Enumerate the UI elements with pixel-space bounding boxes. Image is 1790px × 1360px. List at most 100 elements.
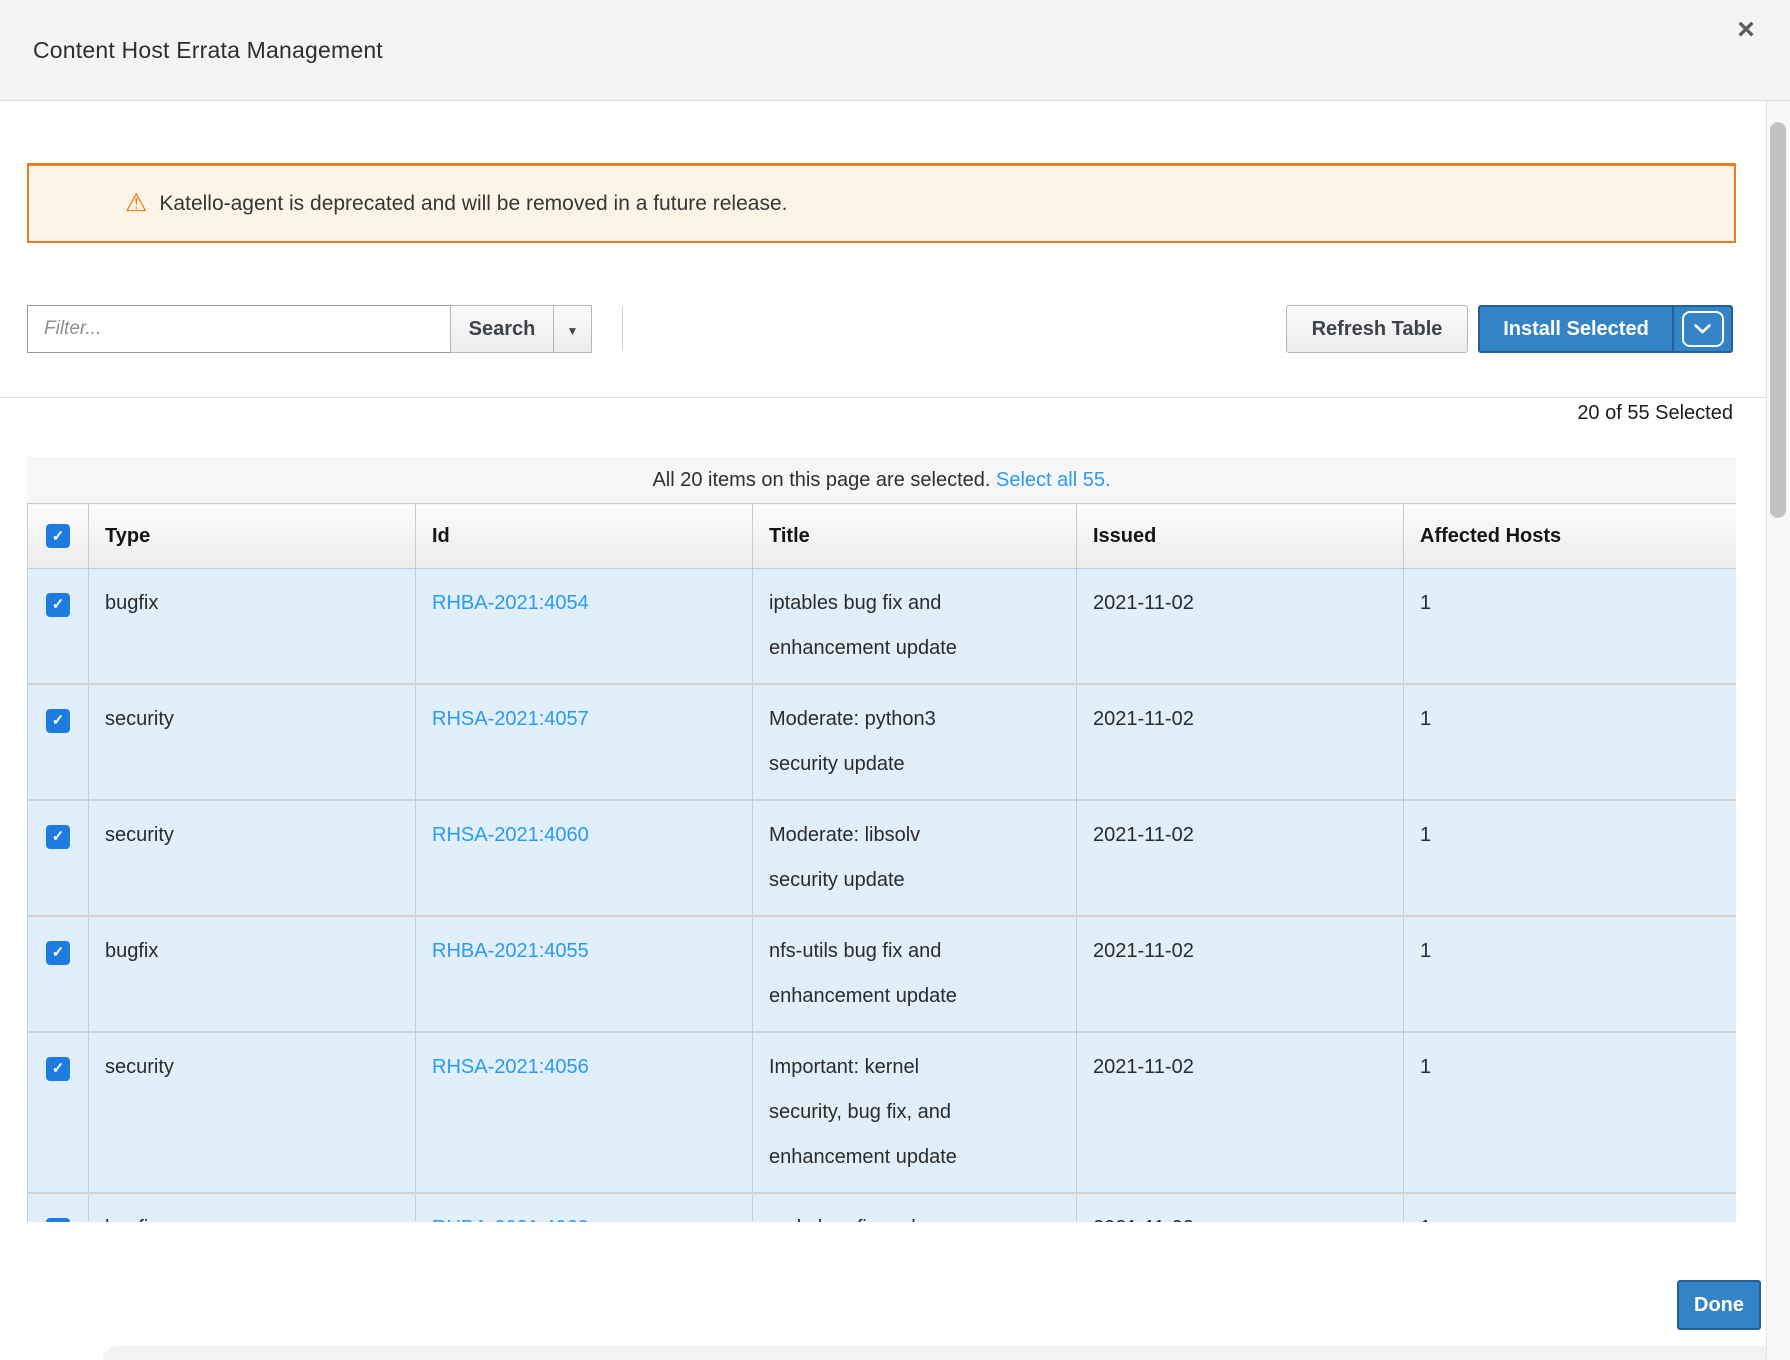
table-row: ✓ bugfix RHBA-2021:4062 sudo bug fix and… — [28, 1193, 1737, 1222]
caret-down-icon: ▼ — [567, 324, 579, 338]
row-select-cell: ✓ — [28, 800, 89, 916]
cell-issued: 2021-11-02 — [1077, 1193, 1404, 1222]
erratum-title: nfs-utils bug fix and enhancement update — [769, 929, 984, 1019]
column-header-affected-hosts: Affected Hosts — [1404, 504, 1737, 569]
cell-type: security — [89, 684, 416, 800]
cell-id: RHSA-2021:4056 — [416, 1032, 753, 1193]
check-icon: ✓ — [52, 597, 65, 612]
erratum-id-link[interactable]: RHSA-2021:4057 — [432, 708, 589, 730]
focus-ring — [1682, 311, 1724, 347]
toolbar-bottom-divider — [0, 397, 1766, 398]
toolbar-divider — [622, 307, 623, 351]
cell-title: sudo bug fix and enhancement update — [753, 1193, 1077, 1222]
cell-affected-hosts: 1 — [1404, 1193, 1737, 1222]
column-header-type: Type — [89, 504, 416, 569]
table-row: ✓ security RHSA-2021:4057 Moderate: pyth… — [28, 684, 1737, 800]
cell-issued: 2021-11-02 — [1077, 916, 1404, 1032]
check-icon: ✓ — [52, 829, 65, 844]
cell-issued: 2021-11-02 — [1077, 569, 1404, 685]
cell-type: security — [89, 1032, 416, 1193]
cell-issued: 2021-11-02 — [1077, 684, 1404, 800]
select-all-cell: ✓ — [28, 504, 89, 569]
filter-input[interactable] — [27, 305, 451, 353]
column-header-title: Title — [753, 504, 1077, 569]
scrollbar-thumb[interactable] — [1770, 122, 1786, 518]
check-icon: ✓ — [52, 1061, 65, 1076]
table-row: ✓ security RHSA-2021:4060 Moderate: libs… — [28, 800, 1737, 916]
erratum-title: sudo bug fix and enhancement update — [769, 1206, 984, 1222]
chevron-down-icon — [1694, 324, 1711, 334]
row-select-cell: ✓ — [28, 569, 89, 685]
check-icon: ✓ — [52, 945, 65, 960]
warning-triangle-icon: ⚠ — [125, 191, 147, 216]
check-icon: ✓ — [52, 529, 65, 544]
cell-affected-hosts: 1 — [1404, 1032, 1737, 1193]
cell-title: Moderate: libsolv security update — [753, 800, 1077, 916]
deprecation-warning-alert: ⚠ Katello-agent is deprecated and will b… — [27, 163, 1736, 243]
row-select-cell: ✓ — [28, 1193, 89, 1222]
select-all-banner: All 20 items on this page are selected. … — [27, 457, 1736, 503]
row-checkbox[interactable]: ✓ — [46, 709, 70, 733]
erratum-title: Moderate: python3 security update — [769, 697, 984, 787]
erratum-id-link[interactable]: RHSA-2021:4060 — [432, 824, 589, 846]
erratum-id-link[interactable]: RHBA-2021:4054 — [432, 592, 589, 614]
cell-type: security — [89, 800, 416, 916]
cell-title: iptables bug fix and enhancement update — [753, 569, 1077, 685]
cell-id: RHSA-2021:4057 — [416, 684, 753, 800]
cell-id: RHBA-2021:4055 — [416, 916, 753, 1032]
check-icon: ✓ — [52, 713, 65, 728]
row-checkbox[interactable]: ✓ — [46, 941, 70, 965]
cell-type: bugfix — [89, 916, 416, 1032]
table-row: ✓ bugfix RHBA-2021:4055 nfs-utils bug fi… — [28, 916, 1737, 1032]
alert-message: Katello-agent is deprecated and will be … — [159, 192, 787, 216]
select-all-checkbox[interactable]: ✓ — [46, 524, 70, 548]
errata-management-modal: Content Host Errata Management × ⚠ Katel… — [0, 0, 1790, 1360]
cell-id: RHSA-2021:4060 — [416, 800, 753, 916]
cell-title: Moderate: python3 security update — [753, 684, 1077, 800]
row-checkbox[interactable]: ✓ — [46, 593, 70, 617]
cell-type: bugfix — [89, 569, 416, 685]
table-header-row: ✓ Type Id Title Issued Affected Hosts — [28, 504, 1737, 569]
errata-table: ✓ Type Id Title Issued Affected Hosts ✓ … — [27, 503, 1736, 1222]
cell-title: Important: kernel security, bug fix, and… — [753, 1032, 1077, 1193]
row-select-cell: ✓ — [28, 916, 89, 1032]
modal-header: Content Host Errata Management × — [0, 0, 1790, 101]
cell-type: bugfix — [89, 1193, 416, 1222]
search-dropdown-button[interactable]: ▼ — [553, 305, 592, 353]
search-button[interactable]: Search — [450, 305, 554, 353]
install-selected-button[interactable]: Install Selected — [1480, 307, 1672, 351]
erratum-id-link[interactable]: RHBA-2021:4055 — [432, 940, 589, 962]
erratum-id-link[interactable]: RHSA-2021:4056 — [432, 1056, 589, 1078]
select-all-link[interactable]: Select all 55. — [996, 469, 1111, 491]
column-header-issued: Issued — [1077, 504, 1404, 569]
close-icon[interactable]: × — [1726, 10, 1766, 50]
table-row: ✓ bugfix RHBA-2021:4054 iptables bug fix… — [28, 569, 1737, 685]
select-all-banner-text: All 20 items on this page are selected. — [652, 469, 990, 491]
install-selected-split-button: Install Selected — [1478, 305, 1733, 353]
cell-id: RHBA-2021:4062 — [416, 1193, 753, 1222]
erratum-title: iptables bug fix and enhancement update — [769, 581, 984, 671]
cell-issued: 2021-11-02 — [1077, 1032, 1404, 1193]
row-checkbox[interactable]: ✓ — [46, 825, 70, 849]
done-button[interactable]: Done — [1677, 1280, 1761, 1330]
cell-affected-hosts: 1 — [1404, 800, 1737, 916]
row-select-cell: ✓ — [28, 1032, 89, 1193]
cell-id: RHBA-2021:4054 — [416, 569, 753, 685]
row-checkbox[interactable]: ✓ — [46, 1218, 70, 1223]
erratum-id-link[interactable]: RHBA-2021:4062 — [432, 1217, 589, 1222]
cell-issued: 2021-11-02 — [1077, 800, 1404, 916]
erratum-title: Moderate: libsolv security update — [769, 813, 984, 903]
row-select-cell: ✓ — [28, 684, 89, 800]
table-row: ✓ security RHSA-2021:4056 Important: ker… — [28, 1032, 1737, 1193]
refresh-table-button[interactable]: Refresh Table — [1286, 305, 1468, 353]
cell-affected-hosts: 1 — [1404, 684, 1737, 800]
row-checkbox[interactable]: ✓ — [46, 1057, 70, 1081]
toolbar: Search ▼ Refresh Table Install Selected — [0, 305, 1790, 353]
page-bottom-edge — [103, 1346, 1790, 1360]
table-viewport[interactable]: All 20 items on this page are selected. … — [27, 457, 1736, 1222]
page-title: Content Host Errata Management — [33, 37, 383, 64]
cell-affected-hosts: 1 — [1404, 569, 1737, 685]
column-header-id: Id — [416, 504, 753, 569]
install-dropdown-button[interactable] — [1672, 307, 1731, 351]
cell-affected-hosts: 1 — [1404, 916, 1737, 1032]
